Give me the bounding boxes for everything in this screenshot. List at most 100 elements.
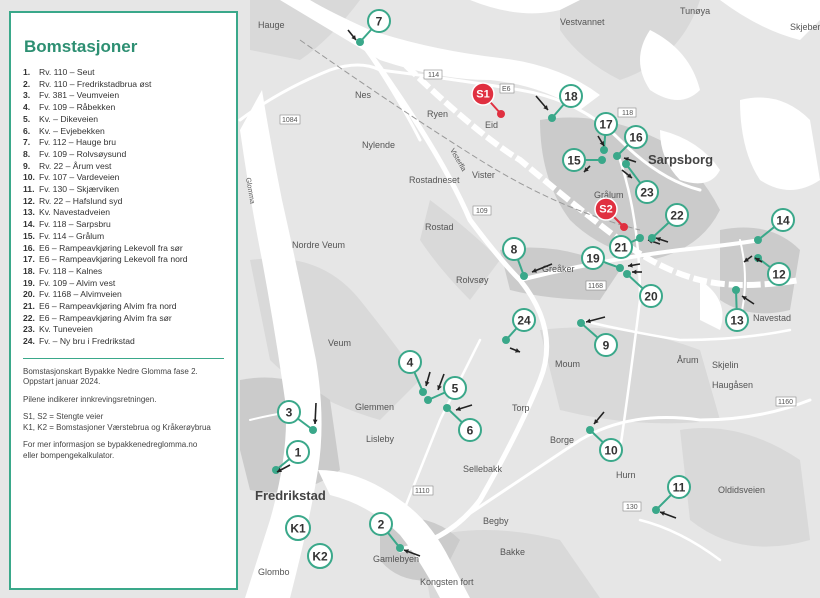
- station-number: 13: [730, 314, 744, 328]
- legend-item-number: 10.: [23, 172, 35, 183]
- station-number: 6: [467, 424, 474, 438]
- station-number: 7: [376, 15, 383, 29]
- station-number: K2: [312, 550, 328, 564]
- legend-item-label: E6 – Rampeavkjøring Lekevoll fra sør: [39, 242, 183, 253]
- legend-item: 7. Fv. 112 – Hauge bru: [23, 137, 224, 149]
- svg-text:Nordre Veum: Nordre Veum: [292, 240, 345, 250]
- svg-text:Lisleby: Lisleby: [366, 434, 395, 444]
- svg-text:Begby: Begby: [483, 516, 509, 526]
- svg-text:Navestad: Navestad: [753, 313, 791, 323]
- station-number: 16: [629, 131, 643, 145]
- station-number: 14: [776, 214, 790, 228]
- legend-item-number: 11.: [23, 184, 35, 195]
- svg-text:Sellebakk: Sellebakk: [463, 464, 503, 474]
- svg-text:Borge: Borge: [550, 435, 574, 445]
- legend-item-number: 15.: [23, 230, 35, 241]
- legend-item-label: Fv. 107 – Vardeveien: [39, 172, 120, 183]
- legend-item-label: Kv. – Evjebekken: [39, 125, 105, 136]
- station-point: [396, 544, 404, 552]
- legend-item-label: Fv. 112 – Hauge bru: [39, 137, 117, 148]
- station-point: [309, 426, 317, 434]
- legend-item-number: 7.: [23, 137, 31, 148]
- extra-station-badge: K2: [307, 543, 333, 569]
- legend-item-label: Fv. 118 – Sarpsbru: [39, 219, 111, 230]
- legend-note-2: Pilene indikerer innkrevingsretningen.: [23, 394, 157, 404]
- svg-text:109: 109: [476, 208, 488, 215]
- legend-item: 17. E6 – Rampeavkjøring Lekevoll fra nord: [23, 254, 224, 266]
- legend-item: 20. Fv. 1168 – Alvimveien: [23, 289, 224, 301]
- legend-item: 12. Rv. 22 – Hafslund syd: [23, 196, 224, 208]
- legend-item-label: Fv. 109 – Råbekken: [39, 102, 116, 113]
- svg-text:Ryen: Ryen: [427, 109, 448, 119]
- legend-item: 16. E6 – Rampeavkjøring Lekevoll fra sør: [23, 243, 224, 255]
- svg-text:Moum: Moum: [555, 359, 580, 369]
- legend-item-number: 2.: [23, 78, 31, 89]
- svg-text:Rolvsøy: Rolvsøy: [456, 275, 489, 285]
- svg-text:Rostad: Rostad: [425, 222, 454, 232]
- legend-item-label: Fv. 1168 – Alvimveien: [39, 289, 122, 300]
- legend-item: 24. Fv. – Ny bru i Fredrikstad: [23, 336, 224, 348]
- svg-text:Skjelin: Skjelin: [712, 360, 739, 370]
- legend-item-label: Rv. 110 – Seut: [39, 67, 95, 77]
- legend-item-number: 24.: [23, 336, 35, 347]
- legend-item-label: Fv. 109 – Rolvsøysund: [39, 148, 127, 159]
- station-point: [648, 234, 656, 242]
- legend-item-label: Fv. 114 – Grålum: [39, 230, 105, 241]
- station-number: 4: [407, 356, 414, 370]
- legend-item: 8. Fv. 109 – Rolvsøysund: [23, 149, 224, 161]
- station-point: [616, 264, 624, 272]
- station-number: 12: [772, 268, 786, 282]
- svg-text:Hauge: Hauge: [258, 20, 285, 30]
- station-number: 17: [599, 118, 613, 132]
- legend-item-number: 21.: [23, 301, 35, 312]
- closed-road-point: [620, 223, 628, 231]
- legend-item: 21. E6 – Rampeavkjøring Alvim fra nord: [23, 301, 224, 313]
- svg-text:Eid: Eid: [485, 120, 498, 130]
- svg-text:1084: 1084: [282, 117, 298, 124]
- legend-note-1: Bomstasjonskart Bypakke Nedre Glomma fas…: [23, 366, 198, 387]
- svg-text:Årum: Årum: [677, 355, 699, 365]
- station-number: K1: [290, 522, 306, 536]
- legend-note-3: S1, S2 = Stengte veier K1, K2 = Bomstasj…: [23, 412, 211, 432]
- town-sarpsborg: Sarpsborg: [648, 152, 713, 167]
- svg-text:Torp: Torp: [512, 403, 530, 413]
- legend-item-number: 19.: [23, 277, 35, 288]
- legend-item: 14. Fv. 118 – Sarpsbru: [23, 219, 224, 231]
- legend-title: Bomstasjoner: [24, 37, 138, 56]
- legend-panel: Bomstasjoner 1. Rv. 110 – Seut 2. Rv. 110 –…: [9, 11, 238, 590]
- legend-item: 5. Kv. – Dikeveien: [23, 114, 224, 126]
- legend-note-4: For mer informasjon se bypakkenedreglomm…: [23, 440, 198, 460]
- legend-item-label: Rv. 22 – Årum vest: [39, 160, 112, 171]
- legend-item-number: 6.: [23, 125, 31, 136]
- legend-item-label: Fv. 130 – Skjærviken: [39, 184, 120, 195]
- station-point: [623, 270, 631, 278]
- svg-text:Glemmen: Glemmen: [355, 402, 394, 412]
- town-fredrikstad: Fredrikstad: [255, 488, 326, 503]
- svg-text:Veum: Veum: [328, 338, 351, 348]
- legend-item-number: 3.: [23, 90, 31, 101]
- station-point: [622, 160, 630, 168]
- legend-item: 3. Fv. 381 – Veumveien: [23, 90, 224, 102]
- svg-text:Haugåsen: Haugåsen: [712, 380, 753, 390]
- legend-divider: [23, 357, 224, 359]
- svg-text:118: 118: [622, 110, 633, 117]
- legend-item-number: 5.: [23, 113, 31, 124]
- station-point: [754, 236, 762, 244]
- legend-item: 13. Kv. Navestadveien: [23, 207, 224, 219]
- legend-item-number: 13.: [23, 207, 35, 218]
- legend-item-label: E6 – Rampeavkjøring Lekevoll fra nord: [39, 254, 188, 265]
- legend-item-label: Kv. – Dikeveien: [39, 113, 99, 124]
- station-number: 24: [517, 314, 531, 328]
- svg-text:1168: 1168: [588, 283, 603, 290]
- legend-item: 9. Rv. 22 – Årum vest: [23, 161, 224, 173]
- legend-item-number: 23.: [23, 324, 35, 335]
- legend-item: 1. Rv. 110 – Seut: [23, 67, 224, 79]
- station-number: 10: [604, 444, 618, 458]
- extra-station-badge: K1: [285, 515, 311, 541]
- closed-road-label: S1: [476, 89, 489, 101]
- legend-item-label: E6 – Rampeavkjøring Alvim fra nord: [39, 301, 177, 312]
- station-point: [443, 404, 451, 412]
- legend-item: 10. Fv. 107 – Vardeveien: [23, 172, 224, 184]
- svg-text:Gamlebyen: Gamlebyen: [373, 554, 419, 564]
- legend-item-label: Fv. 109 – Alvim vest: [39, 277, 116, 288]
